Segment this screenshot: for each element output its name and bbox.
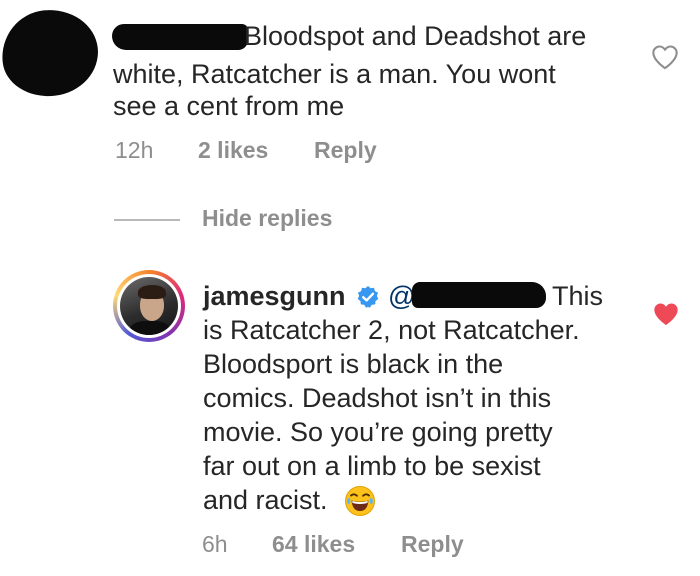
reply-timestamp: 6h [202,531,228,557]
verified-badge-icon [357,286,379,308]
comment-reply-button[interactable]: Reply [314,137,377,164]
reply-text-line-5: movie. So you’re going pretty [203,417,553,447]
comment-text-line-1: Bloodspot and Deadshot are [244,21,587,51]
heart-filled-icon[interactable] [652,301,680,327]
comment-text-line-3: see a cent from me [113,91,345,121]
reply-reply-button[interactable]: Reply [401,531,464,558]
reply-avatar[interactable] [120,277,178,335]
comment-likes-count[interactable]: 2 likes [198,137,268,164]
comment-text-line-2: white, Ratcatcher is a man. You wont [113,59,556,89]
reply-text-line-1: This [552,281,604,311]
reply-username[interactable]: jamesgunn [203,278,346,314]
hide-replies-button[interactable]: Hide replies [202,205,332,232]
redacted-mention[interactable] [412,282,546,308]
heart-outline-icon[interactable] [651,44,679,70]
reply-text-line-4: comics. Deadshot isn’t in this [203,383,552,413]
reply-text-line-7: and racist. [203,485,328,515]
comment-timestamp: 12h [115,137,154,163]
reply-text-line-6: far out on a limb to be sexist [203,451,541,481]
laughing-emoji-icon [345,486,375,516]
redacted-avatar[interactable] [0,5,103,101]
reply-likes-count[interactable]: 64 likes [272,531,355,558]
reply-text-line-3: Bloodsport is black in the [203,349,504,379]
reply-text-line-2: is Ratcatcher 2, not Ratcatcher. [203,315,580,345]
redacted-username[interactable] [112,24,248,50]
hide-replies-divider [114,219,180,221]
